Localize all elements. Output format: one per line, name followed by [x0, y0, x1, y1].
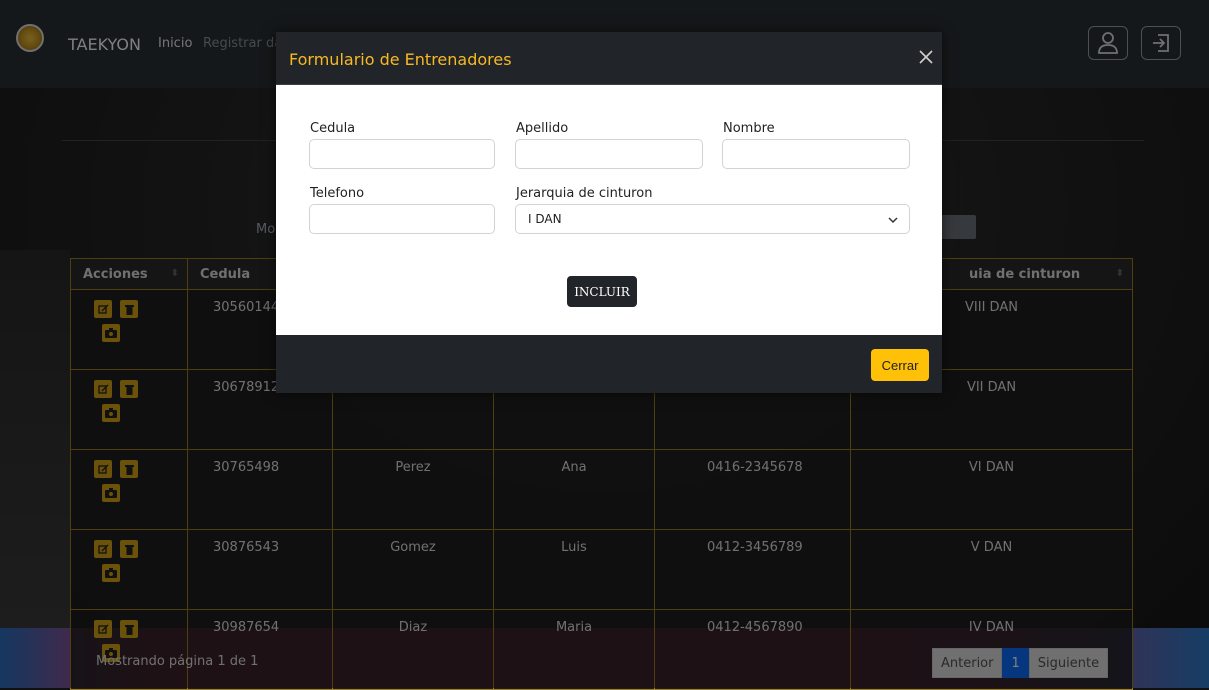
cinturon-selected-value: I DAN	[528, 212, 562, 226]
nombre-input[interactable]	[722, 139, 910, 169]
apellido-input[interactable]	[515, 139, 703, 169]
modal-title: Formulario de Entrenadores	[289, 50, 512, 69]
nombre-label: Nombre	[723, 121, 775, 136]
modal-body: Cedula Apellido Nombre Telefono Jerarqui…	[276, 85, 942, 335]
incluir-button[interactable]: INCLUIR	[567, 276, 637, 307]
chevron-down-icon	[888, 217, 898, 224]
cinturon-select[interactable]: I DAN	[515, 204, 910, 234]
telefono-input[interactable]	[309, 204, 495, 234]
modal-header: Formulario de Entrenadores	[276, 32, 942, 85]
cerrar-button[interactable]: Cerrar	[871, 349, 929, 381]
modal-footer: Cerrar	[276, 335, 942, 393]
cedula-label: Cedula	[310, 121, 356, 136]
cinturon-label: Jerarquia de cinturon	[516, 186, 653, 201]
telefono-label: Telefono	[310, 186, 365, 201]
cedula-input[interactable]	[309, 139, 495, 169]
apellido-label: Apellido	[516, 121, 569, 136]
close-icon[interactable]	[916, 47, 936, 67]
trainer-form-modal: Formulario de Entrenadores Cedula Apelli…	[276, 32, 942, 393]
